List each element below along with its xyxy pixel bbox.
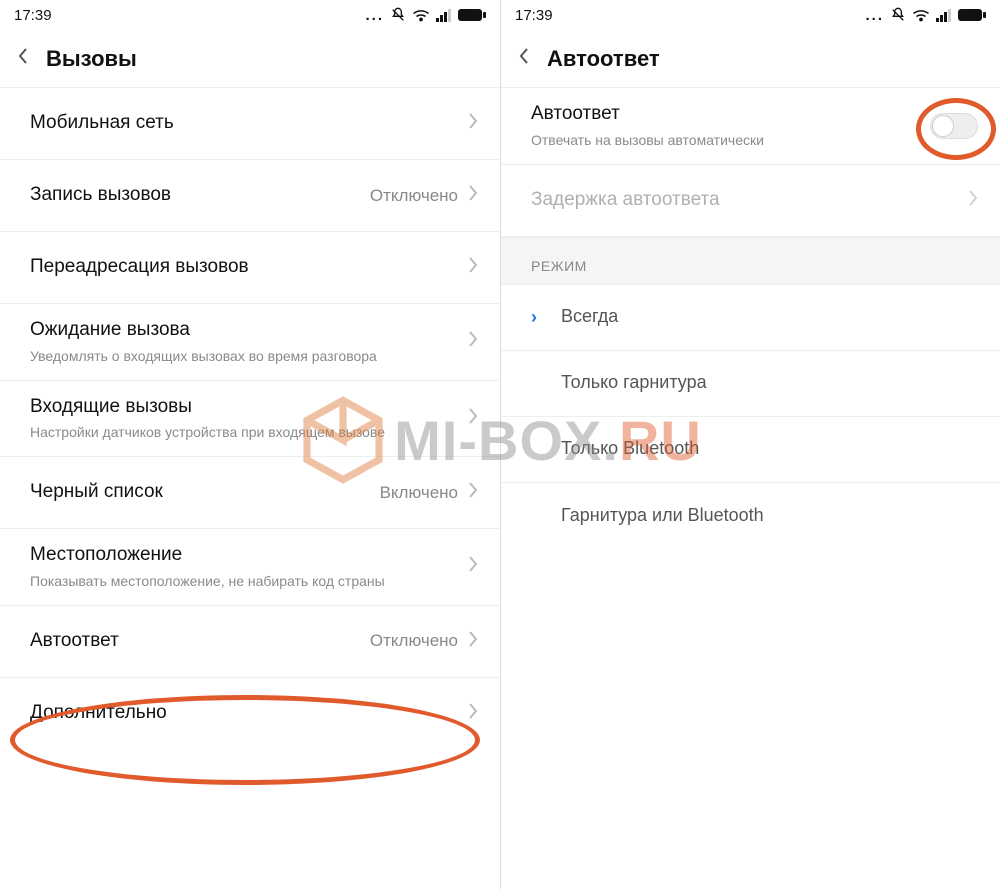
page-title: Автоответ [547,46,660,72]
row-value: Включено [380,483,458,503]
back-button[interactable] [519,47,529,70]
status-icons: ... [365,7,486,24]
mute-icon [890,7,906,23]
row-sublabel: Уведомлять о входящих вызовах во время р… [30,347,410,366]
row-answer-delay[interactable]: Задержка автоответа [501,165,1000,237]
option-always[interactable]: › Всегда [501,285,1000,351]
row-label: Мобильная сеть [30,111,468,136]
row-label: Задержка автоответа [531,188,968,213]
chevron-right-icon [468,407,478,430]
status-bar: 17:39 ... [0,0,500,30]
signal-icon [436,8,452,22]
auto-answer-toggle[interactable] [930,113,978,139]
chevron-right-icon [468,330,478,353]
option-headset-or-bluetooth[interactable]: › Гарнитура или Bluetooth [501,483,1000,549]
chevron-right-icon [468,184,478,207]
row-call-recording[interactable]: Запись вызовов Отключено [0,160,500,232]
chevron-right-icon [468,481,478,504]
mute-icon [390,7,406,23]
row-sublabel: Настройки датчиков устройства при входящ… [30,423,410,442]
screen-auto-answer: 17:39 ... Автоответ Автоответ Отвечать н… [500,0,1000,889]
status-icons: ... [865,7,986,24]
row-auto-answer-toggle[interactable]: Автоответ Отвечать на вызовы автоматичес… [501,88,1000,165]
row-sublabel: Отвечать на вызовы автоматически [531,131,911,150]
chevron-right-icon [468,555,478,578]
row-advanced[interactable]: Дополнительно [0,678,500,750]
chevron-right-icon [468,256,478,279]
title-bar: Автоответ [501,30,1000,88]
back-button[interactable] [18,47,28,70]
row-label: Местоположение [30,543,468,568]
row-mobile-network[interactable]: Мобильная сеть [0,88,500,160]
signal-icon [936,8,952,22]
row-value: Отключено [370,631,458,651]
wifi-icon [412,8,430,22]
battery-icon [958,8,986,22]
row-auto-answer[interactable]: Автоответ Отключено [0,606,500,678]
check-icon: › [531,307,547,328]
row-label: Переадресация вызовов [30,255,468,280]
row-location[interactable]: Местоположение Показывать местоположение… [0,529,500,606]
option-headset-only[interactable]: › Только гарнитура [501,351,1000,417]
more-dots-icon: ... [865,7,884,24]
chevron-right-icon [468,112,478,135]
page-title: Вызовы [46,46,137,72]
title-bar: Вызовы [0,30,500,88]
auto-answer-list: Автоответ Отвечать на вызовы автоматичес… [501,88,1000,549]
row-label: Автоответ [30,629,370,654]
row-label: Автоответ [531,102,930,127]
status-time: 17:39 [515,7,553,24]
option-label: Всегда [561,305,978,328]
option-label: Только гарнитура [561,371,978,394]
status-bar: 17:39 ... [501,0,1000,30]
option-bluetooth-only[interactable]: › Только Bluetooth [501,417,1000,483]
wifi-icon [912,8,930,22]
battery-icon [458,8,486,22]
option-label: Только Bluetooth [561,437,978,460]
row-blacklist[interactable]: Черный список Включено [0,457,500,529]
row-label: Дополнительно [30,701,468,726]
row-label: Ожидание вызова [30,318,468,343]
chevron-right-icon [968,189,978,212]
section-header-mode: РЕЖИМ [501,237,1000,285]
row-value: Отключено [370,186,458,206]
status-time: 17:39 [14,7,52,24]
screen-calls: 17:39 ... Вызовы Мобильная сеть Запись в… [0,0,500,889]
row-incoming-calls[interactable]: Входящие вызовы Настройки датчиков устро… [0,381,500,458]
row-sublabel: Показывать местоположение, не набирать к… [30,572,410,591]
row-label: Черный список [30,480,380,505]
chevron-right-icon [468,630,478,653]
settings-list: Мобильная сеть Запись вызовов Отключено … [0,88,500,750]
chevron-right-icon [468,702,478,725]
row-label: Запись вызовов [30,183,370,208]
row-call-forwarding[interactable]: Переадресация вызовов [0,232,500,304]
row-call-waiting[interactable]: Ожидание вызова Уведомлять о входящих вы… [0,304,500,381]
option-label: Гарнитура или Bluetooth [561,504,978,527]
row-label: Входящие вызовы [30,395,468,420]
more-dots-icon: ... [365,7,384,24]
